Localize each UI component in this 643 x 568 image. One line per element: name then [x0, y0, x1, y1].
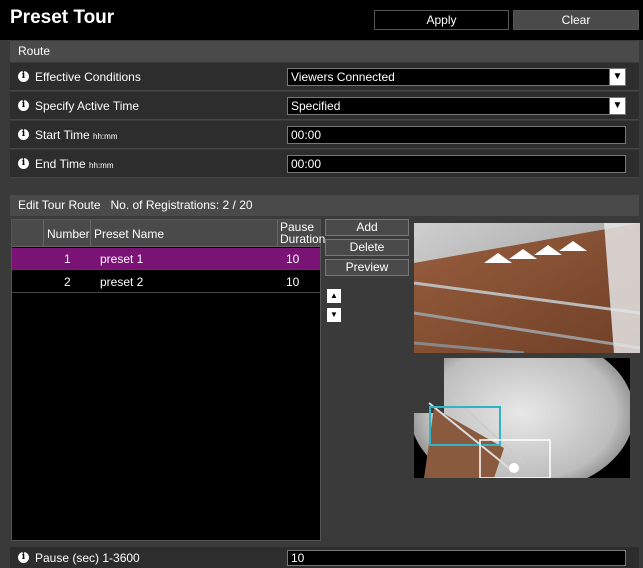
row-pause: 10: [286, 275, 300, 289]
row-number: 2: [64, 275, 71, 289]
chevron-down-icon[interactable]: ▼: [609, 98, 625, 114]
start-time-input[interactable]: 00:00: [287, 126, 626, 144]
effective-conditions-select[interactable]: Viewers Connected ▼: [287, 68, 626, 86]
add-button[interactable]: Add: [325, 219, 409, 236]
table-row[interactable]: 2 preset 2 10: [12, 271, 320, 293]
fisheye-overview-image: [414, 358, 630, 478]
info-icon[interactable]: i: [18, 71, 29, 82]
start-time-row: i Start Time hh:mm 00:00: [10, 121, 639, 149]
pause-row: i Pause (sec) 1-3600 10: [10, 547, 639, 568]
end-time-row: i End Time hh:mm 00:00: [10, 150, 639, 178]
info-icon[interactable]: i: [18, 129, 29, 140]
info-icon[interactable]: i: [18, 158, 29, 169]
start-time-label: Start Time hh:mm: [35, 128, 117, 142]
row-preset-name: preset 1: [100, 252, 144, 266]
name-column-header: Preset Name: [91, 220, 278, 247]
end-time-label-text: End Time: [35, 157, 86, 171]
end-time-input[interactable]: 00:00: [287, 155, 626, 173]
tour-route-section-header: Edit Tour Route No. of Registrations: 2 …: [10, 195, 639, 216]
pause-header-line2: Duration: [280, 232, 326, 246]
effective-conditions-row: i Effective Conditions Viewers Connected…: [10, 63, 639, 91]
info-icon[interactable]: i: [18, 100, 29, 111]
delete-button[interactable]: Delete: [325, 239, 409, 256]
start-time-hint: hh:mm: [93, 132, 118, 141]
effective-conditions-value: Viewers Connected: [291, 70, 395, 84]
active-time-label: Specify Active Time: [35, 99, 140, 113]
table-header: Number Preset Name Pause Duration: [12, 220, 326, 247]
number-column-header: Number: [44, 220, 91, 247]
active-time-row: i Specify Active Time Specified ▼: [10, 92, 639, 120]
preview-button[interactable]: Preview: [325, 259, 409, 276]
effective-conditions-label: Effective Conditions: [35, 70, 141, 84]
tour-route-table: Number Preset Name Pause Duration 1 pres…: [11, 219, 326, 541]
arrow-up-icon[interactable]: ▲: [327, 289, 341, 303]
arrow-down-icon[interactable]: ▼: [327, 308, 341, 322]
active-time-value: Specified: [291, 99, 341, 113]
end-time-hint: hh:mm: [89, 161, 114, 170]
active-time-select[interactable]: Specified ▼: [287, 97, 626, 115]
pause-label: Pause (sec) 1-3600: [35, 551, 140, 565]
apply-button[interactable]: Apply: [374, 10, 509, 30]
clear-button[interactable]: Clear: [513, 10, 639, 30]
page-title: Preset Tour: [10, 7, 115, 28]
row-pause: 10: [286, 252, 300, 266]
camera-preview-image: [414, 223, 640, 353]
start-time-label-text: Start Time: [35, 128, 90, 142]
page-header: Preset Tour Apply Clear: [0, 0, 643, 40]
chevron-down-icon[interactable]: ▼: [609, 69, 625, 85]
info-icon[interactable]: i: [18, 552, 29, 563]
pause-column-header: Pause Duration: [278, 220, 326, 247]
table-row[interactable]: 1 preset 1 10: [12, 248, 320, 270]
end-time-label: End Time hh:mm: [35, 157, 114, 171]
row-preset-name: preset 2: [100, 275, 144, 289]
route-section-header: Route: [10, 41, 639, 62]
row-number: 1: [64, 252, 71, 266]
select-column-header: [12, 220, 44, 247]
pause-input[interactable]: 10: [287, 550, 626, 566]
